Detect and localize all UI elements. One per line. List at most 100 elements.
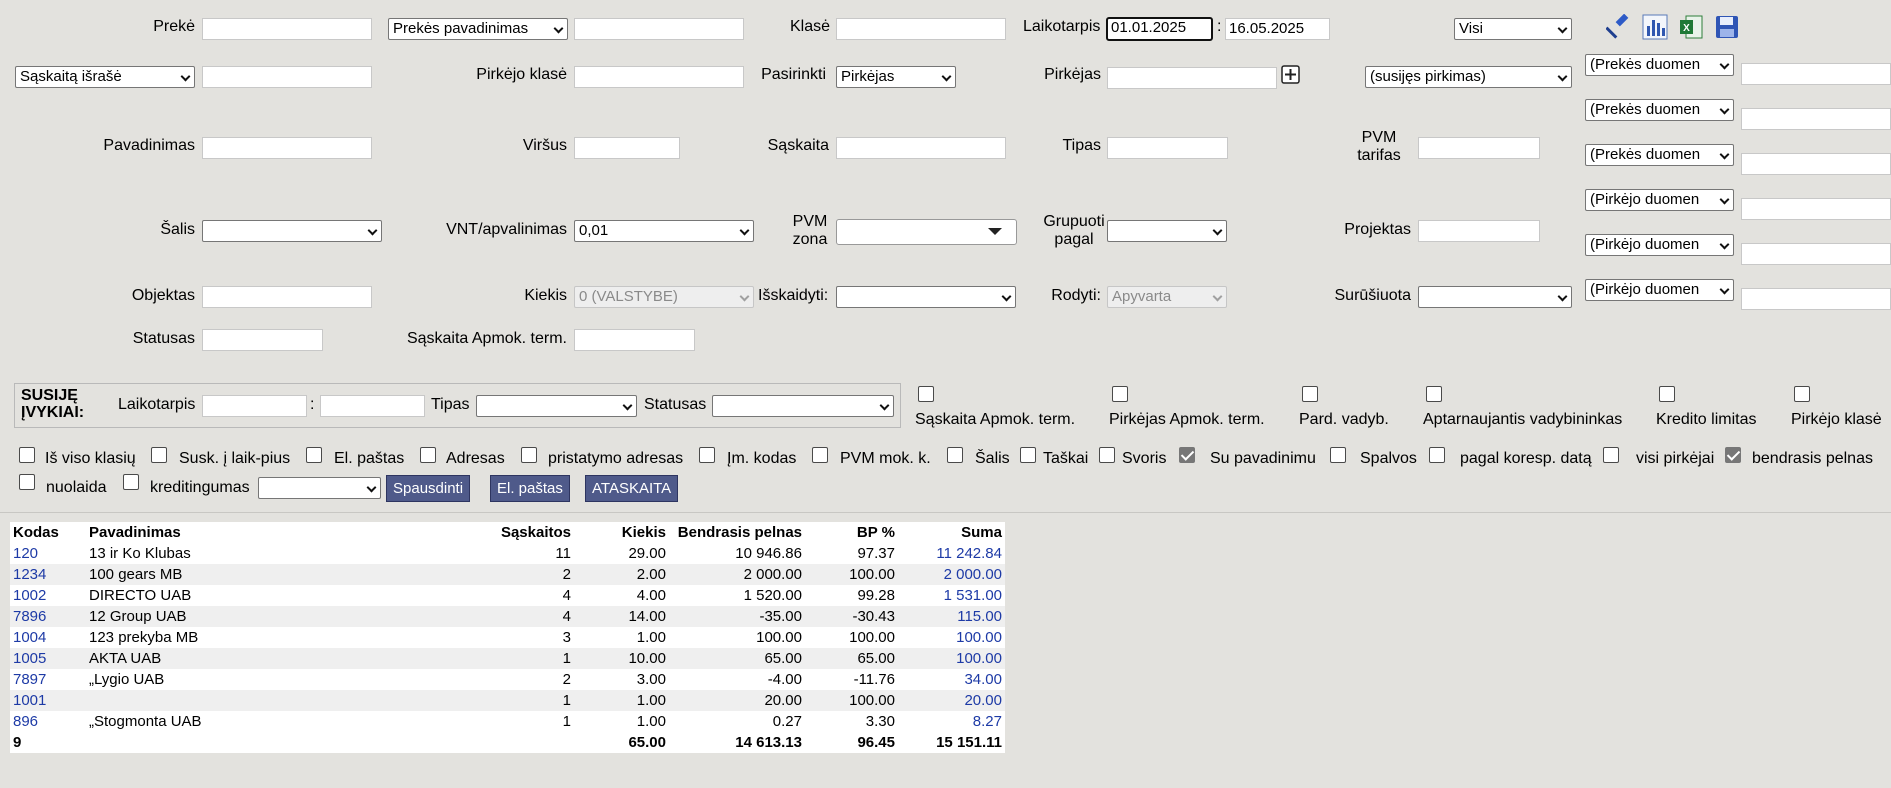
table-row[interactable]: 7897 „Lygio UAB 2 3.00 -4.00 -11.76 34.00 bbox=[10, 669, 1005, 690]
related-statusas-select[interactable] bbox=[712, 395, 894, 417]
pvm-zona-select[interactable] bbox=[836, 219, 1017, 245]
apmok-term-input[interactable] bbox=[574, 329, 695, 351]
visi-select[interactable]: Visi bbox=[1454, 18, 1572, 40]
cell-kodas[interactable]: 1004 bbox=[10, 627, 86, 648]
kiekis-select[interactable]: 0 (VALSTYBE) bbox=[574, 286, 754, 308]
extra-input-5[interactable] bbox=[1741, 243, 1891, 265]
cell-suma[interactable]: 115.00 bbox=[898, 606, 1005, 627]
table-row[interactable]: 1002 DIRECTO UAB 4 4.00 1 520.00 99.28 1 531.0… bbox=[10, 585, 1005, 606]
extra-input-2[interactable] bbox=[1741, 108, 1891, 130]
saskaita-israse-input[interactable] bbox=[202, 66, 372, 88]
pasirinkti-select[interactable]: Pirkėjas bbox=[836, 66, 956, 88]
cell-suma[interactable]: 2 000.00 bbox=[898, 564, 1005, 585]
table-row[interactable]: 120 13 ir Ko Klubas 11 29.00 10 946.86 97.37 1… bbox=[10, 543, 1005, 564]
surusiuota-select[interactable] bbox=[1418, 286, 1572, 308]
cell-kodas[interactable]: 120 bbox=[10, 543, 86, 564]
preke-name-input[interactable] bbox=[574, 18, 744, 40]
table-row[interactable]: 1234 100 gears MB 2 2.00 2 000.00 100.00 2 000… bbox=[10, 564, 1005, 585]
extra-select-1[interactable]: (Prekės duomen bbox=[1585, 54, 1734, 76]
check-kredito-limitas[interactable] bbox=[1659, 386, 1675, 402]
preke-input[interactable] bbox=[202, 18, 372, 40]
check-pirkejas-apmok[interactable] bbox=[1112, 386, 1128, 402]
table-row[interactable]: 7896 12 Group UAB 4 14.00 -35.00 -30.43 115.00 bbox=[10, 606, 1005, 627]
saskaita-input[interactable] bbox=[836, 137, 1006, 159]
saskaita-israse-select[interactable]: Sąskaitą išrašė bbox=[15, 66, 195, 88]
excel-icon[interactable]: X bbox=[1678, 14, 1704, 40]
pirkejo-klase-input[interactable] bbox=[574, 66, 744, 88]
related-tipas-select[interactable] bbox=[476, 395, 637, 417]
kreditingumas-select[interactable] bbox=[258, 477, 381, 499]
opt-pristatymo-adresas[interactable] bbox=[521, 447, 537, 463]
opt-su-pavadinimu[interactable] bbox=[1179, 447, 1195, 463]
extra-select-3[interactable]: (Prekės duomen bbox=[1585, 144, 1734, 166]
table-row[interactable]: 1001 1 1.00 20.00 100.00 20.00 bbox=[10, 690, 1005, 711]
save-icon[interactable] bbox=[1714, 14, 1740, 40]
email-button[interactable]: El. paštas bbox=[490, 475, 570, 502]
cell-kodas[interactable]: 7896 bbox=[10, 606, 86, 627]
projektas-input[interactable] bbox=[1418, 220, 1540, 242]
hammer-icon[interactable] bbox=[1606, 14, 1632, 40]
opt-taskai[interactable] bbox=[1020, 447, 1036, 463]
check-saskaita-apmok[interactable] bbox=[918, 386, 934, 402]
pvm-tarifas-input[interactable] bbox=[1418, 137, 1540, 159]
related-date-to[interactable] bbox=[320, 395, 425, 417]
isskaidyti-select[interactable] bbox=[836, 286, 1016, 308]
cell-suma[interactable]: 100.00 bbox=[898, 627, 1005, 648]
opt-spalvos[interactable] bbox=[1330, 447, 1346, 463]
objektas-input[interactable] bbox=[202, 286, 372, 308]
opt-nuolaida[interactable] bbox=[19, 474, 35, 490]
check-aptarnaujantis[interactable] bbox=[1426, 386, 1442, 402]
cell-kodas[interactable]: 896 bbox=[10, 711, 86, 732]
cell-suma[interactable]: 8.27 bbox=[898, 711, 1005, 732]
opt-bendrasis-pelnas[interactable] bbox=[1725, 447, 1741, 463]
preke-type-select[interactable]: Prekės pavadinimas bbox=[388, 18, 568, 40]
check-pirkejo-klase[interactable] bbox=[1794, 386, 1810, 402]
extra-select-6[interactable]: (Pirkėjo duomen bbox=[1585, 279, 1734, 301]
cell-suma[interactable]: 11 242.84 bbox=[898, 543, 1005, 564]
opt-susk-laikpius[interactable] bbox=[151, 447, 167, 463]
opt-svoris[interactable] bbox=[1099, 447, 1115, 463]
cell-suma[interactable]: 34.00 bbox=[898, 669, 1005, 690]
rodyti-select[interactable]: Apyvarta bbox=[1107, 286, 1227, 308]
opt-pvm-mok-k[interactable] bbox=[812, 447, 828, 463]
related-date-from[interactable] bbox=[202, 395, 307, 417]
klase-input[interactable] bbox=[836, 18, 1006, 40]
chart-icon[interactable] bbox=[1642, 14, 1668, 40]
date-from-input[interactable]: 01.01.2025 bbox=[1106, 17, 1213, 41]
opt-kreditingumas[interactable] bbox=[123, 474, 139, 490]
cell-kodas[interactable]: 1001 bbox=[10, 690, 86, 711]
opt-el-pastas[interactable] bbox=[306, 447, 322, 463]
opt-pagal-koresp-data[interactable] bbox=[1429, 447, 1445, 463]
extra-input-4[interactable] bbox=[1741, 198, 1891, 220]
cell-suma[interactable]: 100.00 bbox=[898, 648, 1005, 669]
extra-input-3[interactable] bbox=[1741, 153, 1891, 175]
cell-kodas[interactable]: 1002 bbox=[10, 585, 86, 606]
grupuoti-select[interactable] bbox=[1107, 220, 1227, 242]
salis-select[interactable] bbox=[202, 220, 382, 242]
cell-kodas[interactable]: 1234 bbox=[10, 564, 86, 585]
tipas-input[interactable] bbox=[1107, 137, 1228, 159]
table-row[interactable]: 1005 AKTA UAB 1 10.00 65.00 65.00 100.00 bbox=[10, 648, 1005, 669]
extra-input-1[interactable] bbox=[1741, 63, 1891, 85]
cell-kodas[interactable]: 1005 bbox=[10, 648, 86, 669]
cell-suma[interactable]: 20.00 bbox=[898, 690, 1005, 711]
opt-salis[interactable] bbox=[947, 447, 963, 463]
report-button[interactable]: ATASKAITA bbox=[585, 475, 679, 502]
virsus-input[interactable] bbox=[574, 137, 680, 159]
cell-suma[interactable]: 1 531.00 bbox=[898, 585, 1005, 606]
extra-select-4[interactable]: (Pirkėjo duomen bbox=[1585, 189, 1734, 211]
pirkejas-input[interactable] bbox=[1107, 67, 1277, 89]
vnt-select[interactable]: 0,01 bbox=[574, 220, 754, 242]
table-row[interactable]: 896 „Stogmonta UAB 1 1.00 0.27 3.30 8.27 bbox=[10, 711, 1005, 732]
cell-kodas[interactable]: 7897 bbox=[10, 669, 86, 690]
opt-visi-pirkejai[interactable] bbox=[1603, 447, 1619, 463]
pavadinimas-input[interactable] bbox=[202, 137, 372, 159]
opt-adresas[interactable] bbox=[420, 447, 436, 463]
opt-is-viso-klasiu[interactable] bbox=[19, 447, 35, 463]
extra-select-2[interactable]: (Prekės duomen bbox=[1585, 99, 1734, 121]
extra-input-6[interactable] bbox=[1741, 288, 1891, 310]
check-pard-vadyb[interactable] bbox=[1302, 386, 1318, 402]
print-button[interactable]: Spausdinti bbox=[386, 475, 471, 502]
add-icon[interactable] bbox=[1281, 65, 1300, 84]
table-row[interactable]: 1004 123 prekyba MB 3 1.00 100.00 100.00 100.0… bbox=[10, 627, 1005, 648]
